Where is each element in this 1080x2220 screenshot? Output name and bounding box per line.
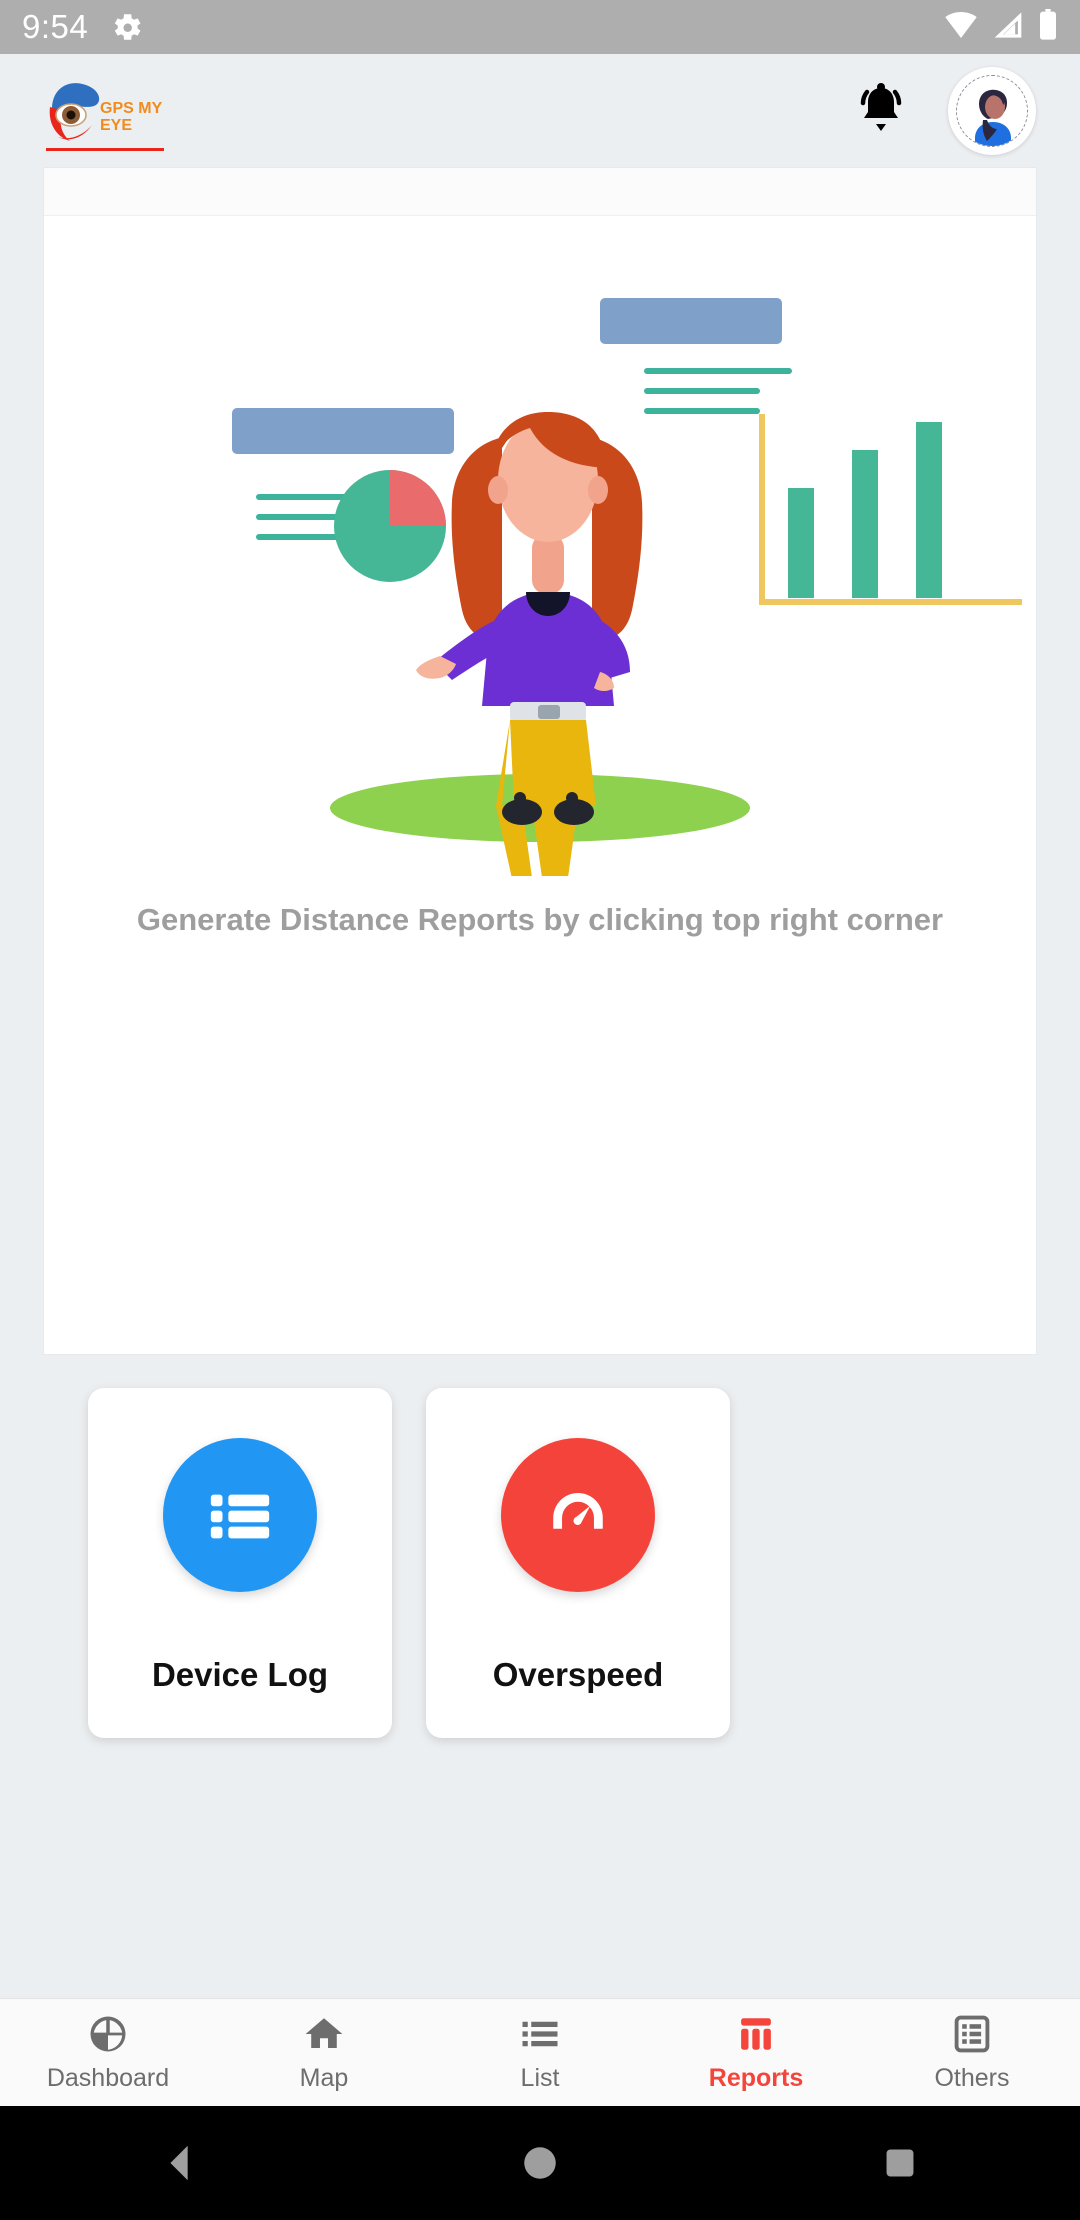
android-system-nav	[0, 2106, 1080, 2220]
tile-overspeed[interactable]: Overspeed	[426, 1388, 730, 1738]
cellular-signal-icon	[992, 10, 1024, 45]
logo-line-1: GPS MY	[100, 100, 163, 118]
tile-overspeed-label: Overspeed	[492, 1656, 664, 1693]
nav-label-map: Map	[299, 2063, 349, 2092]
nav-label-others: Others	[934, 2063, 1010, 2092]
reports-empty-card: Generate Distance Reports by clicking to…	[44, 168, 1036, 1354]
nav-item-reports[interactable]: Reports	[648, 2013, 864, 2093]
nav-label-list: List	[520, 2063, 560, 2092]
recents-button[interactable]	[720, 2144, 1080, 2182]
avatar[interactable]	[948, 67, 1036, 155]
nav-item-dashboard[interactable]: Dashboard	[0, 2013, 216, 2093]
nav-label-reports: Reports	[708, 2063, 804, 2092]
app-logo[interactable]: GPS MY EYE	[44, 75, 164, 151]
nav-item-map[interactable]: Map	[216, 2013, 432, 2093]
tile-device-log[interactable]: Device Log	[88, 1388, 392, 1738]
card-header-strip	[44, 168, 1036, 216]
wifi-icon	[944, 10, 978, 45]
list-icon	[163, 1438, 317, 1592]
analytics-presentation-illustration	[44, 216, 1036, 906]
app-header: GPS MY EYE	[0, 54, 1080, 168]
battery-icon	[1038, 8, 1058, 46]
logo-underline	[46, 148, 164, 151]
logo-wordmark: GPS MY EYE	[100, 101, 162, 135]
nav-label-dashboard: Dashboard	[46, 2063, 170, 2092]
bar-chart-icon	[735, 2013, 777, 2055]
empty-state-message: Generate Distance Reports by clicking to…	[136, 902, 944, 937]
status-bar-clock: 9:54	[22, 8, 89, 45]
eye-logo-icon	[44, 75, 106, 147]
status-bar-icons	[944, 8, 1058, 46]
speedometer-icon	[501, 1438, 655, 1592]
header-actions	[854, 67, 1036, 155]
pie-chart-icon	[87, 2013, 129, 2055]
home-button[interactable]	[360, 2142, 720, 2184]
user-avatar-image	[956, 75, 1028, 147]
list-card-icon	[951, 2013, 993, 2055]
main-content: Generate Distance Reports by clicking to…	[0, 168, 1080, 1738]
nav-item-others[interactable]: Others	[864, 2013, 1080, 2093]
bottom-navigation: Dashboard Map List Reports Others	[0, 1998, 1080, 2106]
home-icon	[303, 2013, 345, 2055]
report-tiles: Device Log Overspeed	[44, 1354, 1036, 1738]
tile-device-log-label: Device Log	[151, 1656, 329, 1693]
nav-item-list[interactable]: List	[432, 2013, 648, 2093]
back-button[interactable]	[0, 2140, 360, 2186]
bell-icon[interactable]	[854, 81, 908, 141]
status-bar: 9:54	[0, 0, 1080, 54]
list-bullet-icon	[519, 2013, 561, 2055]
gear-icon	[110, 10, 144, 44]
